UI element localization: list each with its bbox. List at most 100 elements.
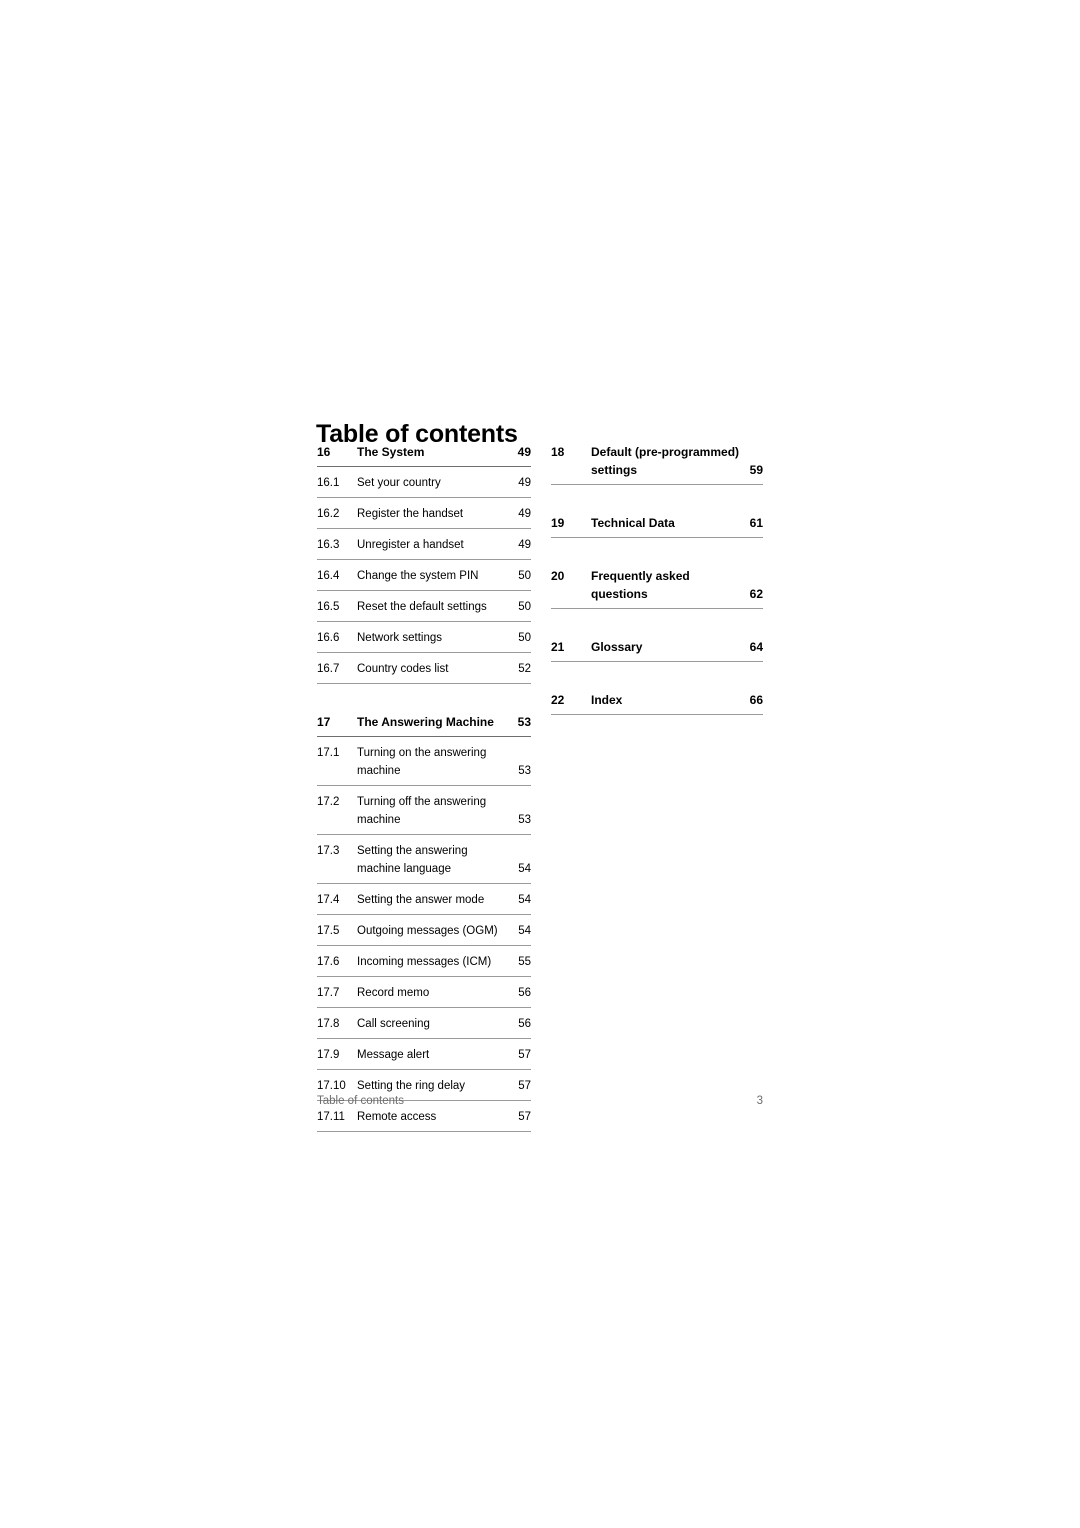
toc-entry-page: 62 [749, 587, 763, 601]
toc-entry-title: Call screening [357, 1018, 430, 1030]
toc-entry-number: 17.11 [317, 1111, 345, 1123]
toc-entry[interactable]: 16.6 Network settings 50 [317, 622, 531, 652]
toc-entry[interactable]: 19 Technical Data 61 [551, 507, 763, 537]
toc-entry-title: Outgoing messages (OGM) [357, 925, 498, 937]
toc-entry-number: 17.2 [317, 796, 340, 808]
toc-entry-page: 56 [518, 987, 531, 999]
toc-entry-title: Register the handset [357, 508, 464, 520]
toc-entry-page: 49 [517, 445, 531, 459]
toc-entry-page: 49 [518, 477, 531, 489]
toc-entry-title: Reset the default settings [357, 601, 487, 613]
toc-entry[interactable]: 20 Frequently asked questions 62 [551, 560, 763, 608]
toc-entry-title: Set your country [357, 477, 441, 489]
toc-entry-number: 22 [551, 693, 565, 707]
toc-entry[interactable]: 17 The Answering Machine 53 [317, 706, 531, 736]
toc-entry-page: 57 [518, 1111, 531, 1123]
toc-entry-title: The System [357, 445, 425, 459]
toc-entry-page: 53 [517, 715, 531, 729]
toc-entry-title: Record memo [357, 987, 430, 999]
toc-entry-title-line2: machine [357, 765, 401, 777]
toc-chapter-gap [551, 538, 763, 560]
toc-entry-title-line2: settings [591, 463, 638, 477]
toc-entry[interactable]: 21 Glossary 64 [551, 631, 763, 661]
toc-entry[interactable]: 18 Default (pre-programmed) settings 59 [551, 436, 763, 484]
toc-entry-number: 19 [551, 516, 565, 530]
toc-entry-title: Setting the answer mode [357, 894, 485, 906]
toc-entry-page: 57 [518, 1049, 531, 1061]
toc-chapter-gap [317, 684, 531, 706]
toc-entry-number: 16.3 [317, 539, 340, 551]
document-page: Table of contents 16 The System 49 16.1 Set … [0, 0, 1080, 1528]
toc-entry-number: 16.6 [317, 632, 340, 644]
toc-entry-title: Technical Data [591, 516, 675, 530]
toc-entry[interactable]: 16.2 Register the handset 49 [317, 498, 531, 528]
toc-column-left: 16 The System 49 16.1 Set your country 49 16.2… [317, 436, 531, 1132]
toc-entry-page: 50 [518, 632, 531, 644]
toc-entry[interactable]: 17.8 Call screening 56 [317, 1008, 531, 1038]
toc-entry-title: Turning off the answering [357, 796, 487, 808]
toc-entry-page: 50 [518, 601, 531, 613]
toc-entry[interactable]: 17.7 Record memo 56 [317, 977, 531, 1007]
toc-column-right: 18 Default (pre-programmed) settings 59 19 Te… [551, 436, 763, 715]
toc-entry-page: 59 [749, 463, 763, 477]
toc-chapter-gap [551, 609, 763, 631]
toc-entry-number: 16.2 [317, 508, 340, 520]
toc-entry-page: 49 [518, 539, 531, 551]
toc-entry[interactable]: 17.4 Setting the answer mode 54 [317, 884, 531, 914]
toc-entry-page: 55 [518, 956, 531, 968]
toc-entry-number: 18 [551, 445, 565, 459]
page-number: 3 [756, 1095, 763, 1107]
toc-entry-title: Change the system PIN [357, 570, 479, 582]
toc-entry-number: 17.4 [317, 894, 340, 906]
toc-entry[interactable]: 16.5 Reset the default settings 50 [317, 591, 531, 621]
toc-entry-title: Glossary [591, 640, 643, 654]
toc-divider-rule [551, 714, 763, 715]
toc-divider-rule [317, 1131, 531, 1132]
footer-label: Table of contents [317, 1095, 404, 1107]
toc-entry[interactable]: 17.9 Message alert 57 [317, 1039, 531, 1069]
toc-entry-number: 16.7 [317, 663, 340, 675]
toc-entry-page: 61 [749, 516, 763, 530]
toc-entry[interactable]: 22 Index 66 [551, 684, 763, 714]
toc-entry-number: 20 [551, 569, 565, 583]
toc-entry-title-line2: questions [591, 587, 648, 601]
toc-entry[interactable]: 17.3 Setting the answering machine languag… [317, 835, 531, 883]
toc-entry-number: 17.3 [317, 845, 340, 857]
toc-entry[interactable]: 17.5 Outgoing messages (OGM) 54 [317, 915, 531, 945]
toc-entry-number: 16 [317, 445, 331, 459]
toc-entry-page: 53 [518, 765, 531, 777]
toc-entry-number: 17.5 [317, 925, 340, 937]
toc-entry-title: Remote access [357, 1111, 437, 1123]
toc-entry-page: 50 [518, 570, 531, 582]
toc-entry-title: Network settings [357, 632, 443, 644]
toc-entry-title: The Answering Machine [357, 715, 494, 729]
toc-entry[interactable]: 16.7 Country codes list 52 [317, 653, 531, 683]
toc-entry-title: Country codes list [357, 663, 449, 675]
toc-chapter-gap [551, 662, 763, 684]
toc-entry-page: 66 [749, 693, 763, 707]
toc-entry-title-line2: machine [357, 814, 401, 826]
toc-entry-title: Turning on the answering [357, 747, 487, 759]
toc-entry-title: Message alert [357, 1049, 430, 1061]
toc-entry[interactable]: 16.3 Unregister a handset 49 [317, 529, 531, 559]
toc-entry-number: 17.1 [317, 747, 340, 759]
toc-entry-page: 56 [518, 1018, 531, 1030]
toc-entry[interactable]: 17.6 Incoming messages (ICM) 55 [317, 946, 531, 976]
toc-entry-number: 16.4 [317, 570, 340, 582]
toc-entry[interactable]: 16.1 Set your country 49 [317, 467, 531, 497]
toc-entry[interactable]: 17.1 Turning on the answering machine 53 [317, 737, 531, 785]
toc-entry-title: Index [591, 693, 623, 707]
toc-entry-page: 49 [518, 508, 531, 520]
toc-entry-page: 52 [518, 663, 531, 675]
toc-entry-page: 53 [518, 814, 531, 826]
toc-entry-title: Default (pre-programmed) [591, 445, 740, 459]
toc-entry-title: Unregister a handset [357, 539, 464, 551]
toc-entry-title-line2: machine language [357, 863, 451, 875]
page-footer: Table of contents 3 [317, 1093, 763, 1109]
toc-entry[interactable]: 16 The System 49 [317, 436, 531, 466]
toc-entry-number: 17.9 [317, 1049, 340, 1061]
toc-entry-page: 64 [749, 640, 763, 654]
toc-entry[interactable]: 17.2 Turning off the answering machine 53 [317, 786, 531, 834]
toc-entry[interactable]: 16.4 Change the system PIN 50 [317, 560, 531, 590]
toc-entry-page: 54 [518, 894, 531, 906]
